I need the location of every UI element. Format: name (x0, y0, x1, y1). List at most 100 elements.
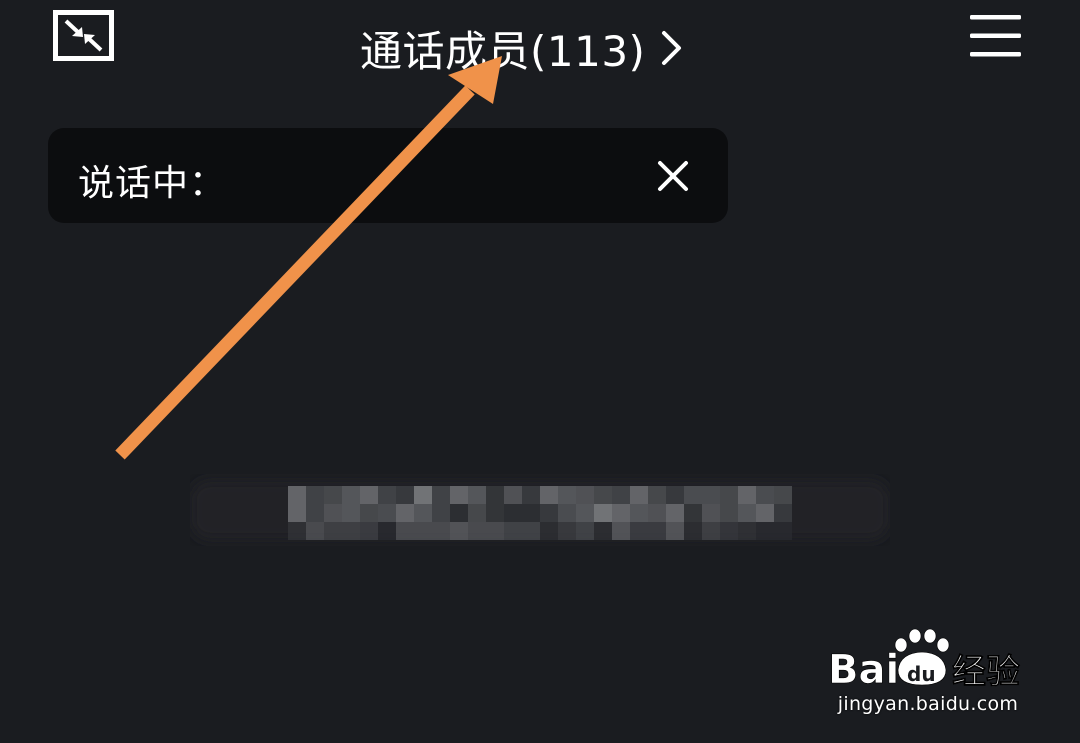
mosaic-cell (594, 486, 612, 504)
mosaic-cell (702, 504, 720, 522)
mosaic-cell (558, 522, 576, 540)
mosaic-cell (558, 504, 576, 522)
mosaic-cell (630, 504, 648, 522)
mosaic-cell (486, 522, 504, 540)
mosaic-cell (756, 486, 774, 504)
mosaic-cell (540, 522, 558, 540)
mosaic-cell (306, 486, 324, 504)
mosaic-cell (360, 504, 378, 522)
mosaic-cell (450, 522, 468, 540)
mosaic-cell (468, 522, 486, 540)
mosaic-cell (720, 504, 738, 522)
mosaic-cell (774, 486, 792, 504)
mosaic-cell (774, 522, 792, 540)
mosaic-cell (612, 522, 630, 540)
mosaic-cell (576, 504, 594, 522)
minimize-window-icon (53, 10, 114, 61)
close-speaking-banner-button[interactable] (655, 158, 691, 194)
mosaic-cell (450, 486, 468, 504)
call-members-title: 通话成员(113) (360, 26, 646, 76)
minimize-button[interactable] (53, 10, 114, 61)
mosaic-cell (612, 486, 630, 504)
mosaic-cell (378, 486, 396, 504)
mosaic-cell (648, 522, 666, 540)
mosaic-cell (684, 504, 702, 522)
mosaic-cell (648, 504, 666, 522)
mosaic-cell (396, 504, 414, 522)
mosaic-cell (684, 522, 702, 540)
mosaic-cell (666, 522, 684, 540)
mosaic-cell (702, 522, 720, 540)
mosaic-cell (342, 522, 360, 540)
call-screen: 通话成员(113) 说话中： Bai du 经验 jingyan.baidu.c… (0, 0, 1080, 743)
mosaic-cell (576, 486, 594, 504)
mosaic-cell (720, 486, 738, 504)
mosaic-cell (522, 522, 540, 540)
mosaic-cell (468, 486, 486, 504)
mosaic-cell (432, 486, 450, 504)
mosaic-cell (630, 486, 648, 504)
watermark-product: 经验 (952, 652, 1020, 691)
mosaic-cell (540, 486, 558, 504)
hamburger-menu-icon (970, 15, 1021, 57)
pixelated-participant-name (190, 480, 890, 540)
mosaic-cell (414, 486, 432, 504)
mosaic-cell (432, 522, 450, 540)
speaking-label: 说话中： (78, 163, 227, 204)
mosaic-cell (288, 486, 306, 504)
close-icon (658, 161, 688, 191)
mosaic-cell (324, 504, 342, 522)
mosaic-cell (468, 504, 486, 522)
mosaic-cell (360, 486, 378, 504)
mosaic-cell (576, 522, 594, 540)
mosaic-cell (504, 504, 522, 522)
mosaic-cell (522, 486, 540, 504)
mosaic-cell (540, 504, 558, 522)
mosaic-cell (504, 486, 522, 504)
mosaic-cell (702, 486, 720, 504)
mosaic-cell (414, 504, 432, 522)
mosaic-cell (486, 486, 504, 504)
mosaic-cell (396, 522, 414, 540)
watermark-domain: jingyan.baidu.com (837, 693, 1019, 715)
watermark-brand-suffix: du (907, 662, 936, 686)
watermark-brand: Bai (828, 647, 899, 691)
mosaic-cell (324, 486, 342, 504)
mosaic-cell (378, 522, 396, 540)
mosaic-cell (378, 504, 396, 522)
mosaic-cell (648, 486, 666, 504)
mosaic-cell (720, 522, 738, 540)
mosaic-cell (738, 504, 756, 522)
chevron-right-icon (662, 31, 682, 65)
mosaic-cell (666, 486, 684, 504)
baidu-paw-logo: Bai du 经验 (828, 628, 1020, 691)
mosaic-cell (756, 522, 774, 540)
mosaic-cell (396, 486, 414, 504)
mosaic-cell (306, 522, 324, 540)
mosaic-cell (774, 504, 792, 522)
mosaic-cell (522, 504, 540, 522)
mosaic-cell (756, 504, 774, 522)
mosaic-cell (288, 504, 306, 522)
mosaic-cell (738, 522, 756, 540)
mosaic-cell (288, 522, 306, 540)
mosaic-cell (342, 486, 360, 504)
mosaic-cell (738, 486, 756, 504)
mosaic-cell (324, 522, 342, 540)
baidu-jingyan-watermark: Bai du 经验 jingyan.baidu.com (828, 625, 1028, 725)
mosaic-cell (630, 522, 648, 540)
mosaic-cell (306, 504, 324, 522)
menu-button[interactable] (968, 12, 1023, 60)
mosaic-cell (450, 504, 468, 522)
mosaic-cell (594, 522, 612, 540)
mosaic-cell (612, 504, 630, 522)
mosaic-cell (504, 522, 522, 540)
mosaic-cell (684, 486, 702, 504)
mosaic-cell (414, 522, 432, 540)
speaking-banner: 说话中： (48, 128, 728, 223)
mosaic-cell (432, 504, 450, 522)
call-members-button[interactable]: 通话成员(113) (360, 18, 685, 78)
mosaic-cell (486, 504, 504, 522)
mosaic-cell (558, 486, 576, 504)
mosaic-cell (666, 504, 684, 522)
